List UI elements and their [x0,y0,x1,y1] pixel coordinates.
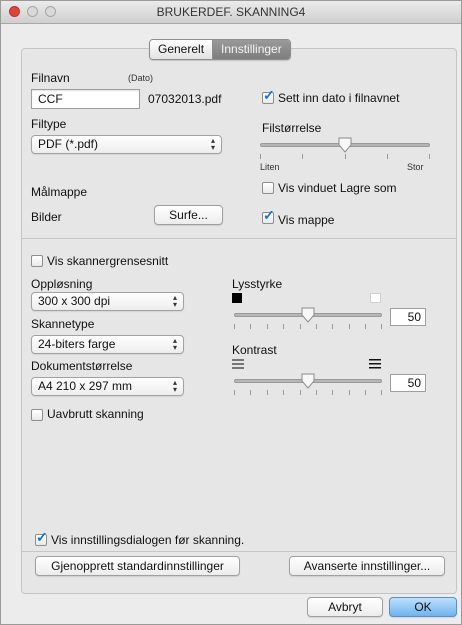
brightness-value-field[interactable]: 50 [390,308,426,326]
brightness-label: Lysstyrke [232,277,283,291]
tab-bar: Generelt Innstillinger [149,39,291,60]
target-folder-value: Bilder [31,210,62,224]
contrast-slider-thumb[interactable] [301,373,315,389]
show-save-window-label: Vis vinduet Lagre som [278,181,397,195]
show-dialog-before-scan-label: Vis innstillingsdialogen før skanning. [51,533,245,547]
show-folder-checkbox[interactable]: ✓ [262,208,275,224]
insert-date-label: Sett inn dato i filnavnet [278,91,400,105]
popup-arrows-icon: ▴ ▾ [172,336,177,352]
filetype-value: PDF (*.pdf) [38,137,99,151]
show-save-window-checkbox[interactable] [262,182,274,194]
resolution-value: 300 x 300 dpi [38,294,111,308]
filename-suffix: 07032013.pdf [148,92,222,106]
tab-general[interactable]: Generelt [150,40,214,59]
filesize-max-label: Stor [407,162,424,172]
date-label: (Dato) [128,73,154,83]
dark-brightness-icon [232,293,242,303]
scan-type-select[interactable]: 24-biters farge ▴ ▾ [31,335,184,354]
cancel-button[interactable]: Avbryt [307,597,383,617]
filesize-slider-ticks [260,154,430,160]
browse-button[interactable]: Surfe... [154,205,223,225]
document-size-label: Dokumentstørrelse [31,359,133,373]
restore-defaults-button[interactable]: Gjenopprett standardinnstillinger [35,556,240,576]
contrast-label: Kontrast [232,343,277,357]
contrast-slider[interactable] [232,373,384,397]
brightness-slider-ticks [234,324,382,330]
scan-type-label: Skannetype [31,317,95,331]
filesize-label: Filstørrelse [262,121,322,135]
target-folder-label: Målmappe [31,185,88,199]
checkmark-icon: ✓ [36,529,48,545]
checkmark-icon: ✓ [263,87,275,103]
continuous-scan-checkbox[interactable] [31,409,43,421]
section-divider [22,238,456,239]
low-contrast-icon [232,359,244,369]
advanced-settings-button[interactable]: Avanserte innstillinger... [289,556,445,576]
tab-settings[interactable]: Innstillinger [213,40,290,59]
scan-type-value: 24-biters farge [38,337,116,351]
document-size-value: A4 210 x 297 mm [38,379,133,393]
show-scanner-ui-checkbox[interactable] [31,255,43,267]
ok-button[interactable]: OK [389,597,457,617]
filetype-select[interactable]: PDF (*.pdf) ▴ ▾ [31,135,222,154]
brightness-slider[interactable] [232,307,384,331]
filesize-slider-thumb[interactable] [338,137,352,153]
settings-panel: Filnavn (Dato) CCF 07032013.pdf ✓ Sett i… [21,48,457,594]
filesize-min-label: Liten [260,162,280,172]
window-title: BRUKERDEF. SKANNING4 [156,5,306,19]
filename-label: Filnavn [31,71,70,85]
popup-arrows-icon: ▴ ▾ [172,378,177,394]
filetype-label: Filtype [31,117,67,131]
show-folder-label: Vis mappe [278,213,335,227]
filename-input[interactable]: CCF [31,89,140,109]
continuous-scan-label: Uavbrutt skanning [47,407,144,421]
show-scanner-ui-label: Vis skannergrensesnitt [47,254,169,268]
insert-date-checkbox[interactable]: ✓ [262,88,275,104]
checkmark-icon: ✓ [263,207,275,223]
scan-settings-window: BRUKERDEF. SKANNING4 Generelt Innstillin… [0,0,462,625]
contrast-value-field[interactable]: 50 [390,374,426,392]
resolution-label: Oppløsning [31,277,93,291]
popup-arrows-icon: ▴ ▾ [172,293,177,309]
contrast-slider-ticks [234,390,382,396]
show-dialog-before-scan-checkbox[interactable]: ✓ [35,530,48,546]
popup-arrows-icon: ▴ ▾ [210,136,215,152]
filesize-slider[interactable] [258,137,432,167]
resolution-select[interactable]: 300 x 300 dpi ▴ ▾ [31,292,184,311]
title-bar[interactable]: BRUKERDEF. SKANNING4 [1,1,461,24]
light-brightness-icon [370,293,381,303]
high-contrast-icon [369,359,381,369]
footer-divider [22,551,456,552]
brightness-slider-thumb[interactable] [301,307,315,323]
document-size-select[interactable]: A4 210 x 297 mm ▴ ▾ [31,377,184,396]
